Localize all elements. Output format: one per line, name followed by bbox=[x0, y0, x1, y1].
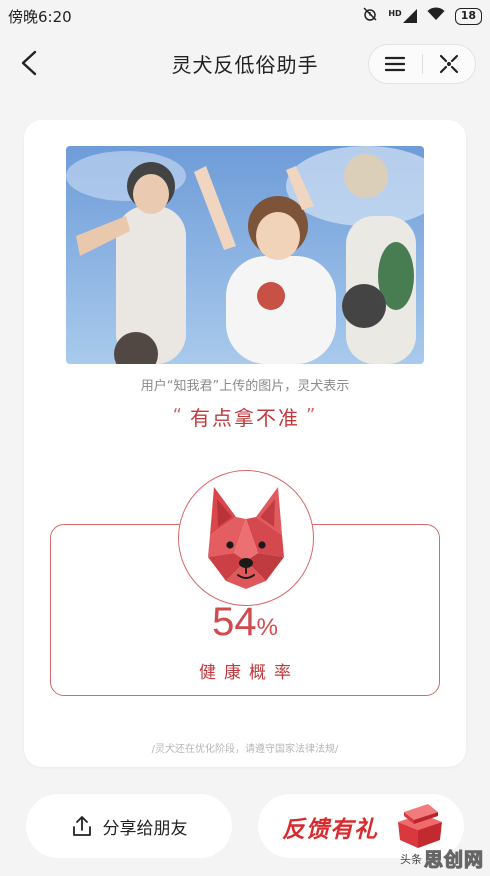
share-icon bbox=[72, 816, 91, 836]
share-button[interactable]: 分享给朋友 bbox=[26, 794, 232, 858]
mini-program-capsule bbox=[368, 44, 476, 84]
menu-button[interactable] bbox=[369, 45, 422, 83]
health-score-unit: % bbox=[256, 614, 278, 641]
quote-open: “ bbox=[172, 405, 184, 426]
result-caption: 用户“知我君”上传的图片，灵犬表示 bbox=[140, 379, 350, 394]
watermark-brand: 思创网 bbox=[423, 849, 484, 872]
watermark-small: 头条 bbox=[399, 852, 422, 866]
gift-box-icon bbox=[398, 804, 442, 848]
health-score: 54% bbox=[24, 600, 466, 645]
health-score-label: 健康概率 bbox=[199, 663, 299, 683]
status-time: 傍晚6:20 bbox=[8, 8, 72, 26]
wifi-icon bbox=[427, 7, 445, 25]
share-button-label: 分享给朋友 bbox=[102, 818, 188, 839]
mascot-badge bbox=[178, 470, 314, 606]
signal-icon: HD bbox=[388, 9, 417, 23]
alarm-off-icon bbox=[362, 6, 378, 26]
nav-bar: 灵犬反低俗助手 bbox=[0, 32, 490, 94]
menu-icon bbox=[385, 56, 406, 72]
status-icons: HD 18 bbox=[362, 6, 482, 26]
close-button[interactable] bbox=[423, 45, 476, 83]
dog-mascot-icon bbox=[208, 487, 284, 589]
status-bar: 傍晚6:20 HD 18 bbox=[0, 0, 490, 32]
hd-label: HD bbox=[388, 9, 402, 18]
result-card: 用户“知我君”上传的图片，灵犬表示 “ 有点拿不准 ” 54% 健康概率 /灵犬还在… bbox=[24, 120, 466, 767]
verdict-text: “ 有点拿不准 ” bbox=[24, 402, 466, 431]
health-score-value: 54 bbox=[212, 600, 257, 644]
close-icon bbox=[439, 54, 458, 74]
disclaimer-text: /灵犬还在优化阶段，请遵守国家法律法规/ bbox=[151, 744, 339, 755]
watermark: 头条 思创网 bbox=[400, 845, 484, 872]
uploaded-photo bbox=[66, 146, 424, 364]
quote-close: ” bbox=[306, 405, 318, 426]
battery-indicator: 18 bbox=[454, 7, 482, 25]
verdict-label: 有点拿不准 bbox=[190, 406, 300, 430]
feedback-gift-label: 反馈有礼 bbox=[282, 817, 378, 843]
